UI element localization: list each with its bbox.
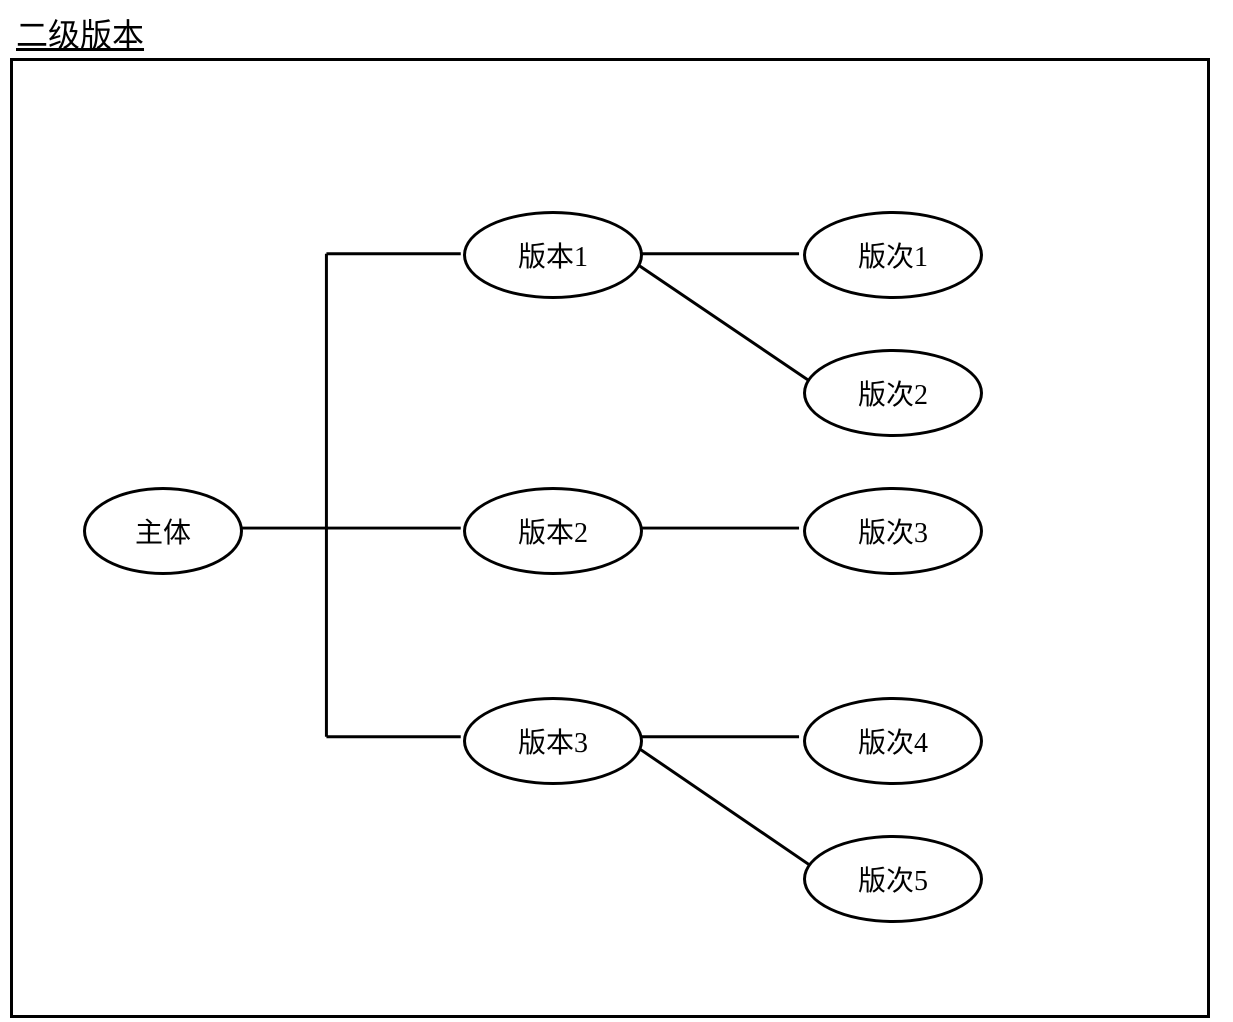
node-version-3: 版本3 bbox=[463, 697, 643, 785]
node-revision-5: 版次5 bbox=[803, 835, 983, 923]
node-revision-4: 版次4 bbox=[803, 697, 983, 785]
node-version-2: 版本2 bbox=[463, 487, 643, 575]
diagram-frame: 主体 版本1 版本2 版本3 版次1 版次2 版次3 版次4 版次5 bbox=[10, 58, 1210, 1018]
node-root: 主体 bbox=[83, 487, 243, 575]
diagram-title: 二级版本 bbox=[16, 10, 1223, 56]
node-revision-1: 版次1 bbox=[803, 211, 983, 299]
node-revision-3: 版次3 bbox=[803, 487, 983, 575]
node-revision-2: 版次2 bbox=[803, 349, 983, 437]
node-version-1: 版本1 bbox=[463, 211, 643, 299]
